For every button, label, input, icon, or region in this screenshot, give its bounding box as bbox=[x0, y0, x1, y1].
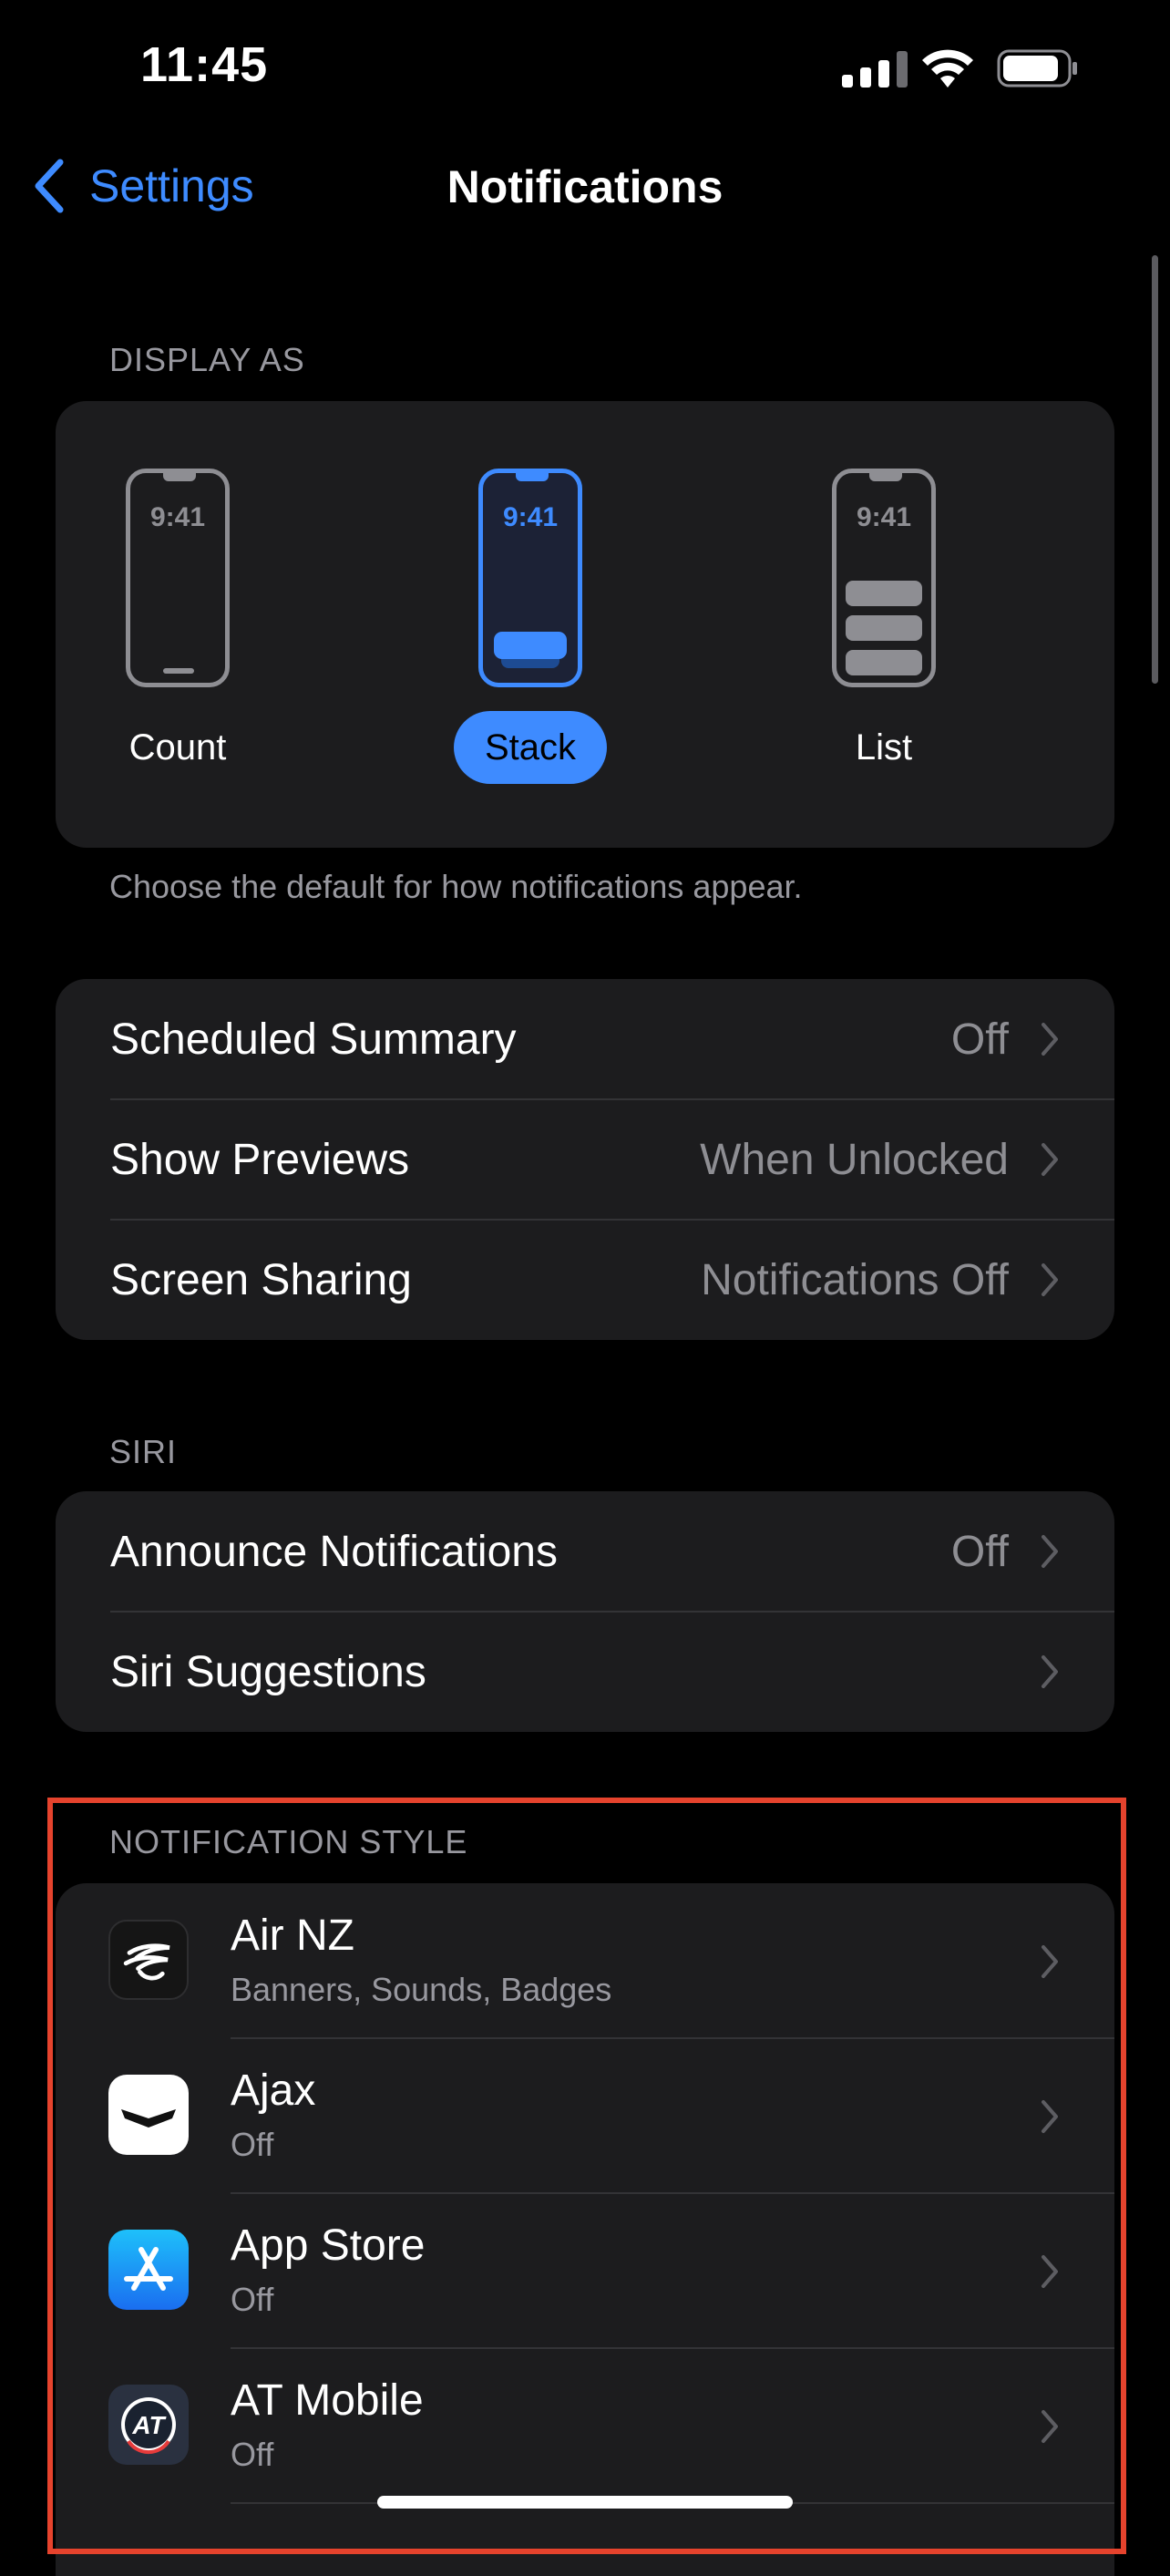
siri-suggestions-row[interactable]: Siri Suggestions bbox=[56, 1612, 1114, 1732]
chevron-right-icon bbox=[1042, 1263, 1058, 1296]
chevron-right-icon bbox=[1042, 1143, 1058, 1176]
row-label: Siri Suggestions bbox=[110, 1647, 426, 1696]
wifi-icon bbox=[922, 49, 973, 88]
cellular-signal-icon bbox=[842, 51, 908, 88]
row-label: Screen Sharing bbox=[110, 1255, 412, 1304]
siri-header: SIRI bbox=[109, 1433, 178, 1470]
option-label-list: List bbox=[855, 727, 913, 768]
page-title: Notifications bbox=[446, 161, 724, 212]
row-label: Show Previews bbox=[110, 1135, 410, 1184]
display-option-count[interactable]: 9:41 Count bbox=[68, 469, 287, 784]
chevron-right-icon bbox=[1042, 1535, 1058, 1568]
home-indicator[interactable] bbox=[377, 2496, 793, 2509]
list-preview: 9:41 bbox=[832, 469, 936, 687]
option-label-stack: Stack bbox=[453, 711, 608, 784]
display-as-card: 9:41 Count 9:41 Stack 9:41 List bbox=[56, 401, 1114, 848]
settings-group-card: Scheduled Summary Off Show Previews When… bbox=[56, 979, 1114, 1340]
display-as-header: DISPLAY AS bbox=[109, 341, 305, 378]
chevron-right-icon bbox=[1042, 1655, 1058, 1688]
row-label: Scheduled Summary bbox=[110, 1015, 517, 1064]
count-preview: 9:41 bbox=[126, 469, 230, 687]
row-value: Off bbox=[950, 1015, 1009, 1064]
row-value: When Unlocked bbox=[700, 1135, 1009, 1184]
preview-time: 9:41 bbox=[149, 502, 206, 532]
scheduled-summary-row[interactable]: Scheduled Summary Off bbox=[56, 979, 1114, 1099]
scrollbar[interactable] bbox=[1152, 255, 1158, 684]
preview-time: 9:41 bbox=[856, 502, 912, 532]
battery-icon bbox=[997, 49, 1077, 88]
option-label-count: Count bbox=[128, 727, 227, 768]
highlight-box bbox=[47, 1798, 1126, 2554]
display-option-list[interactable]: 9:41 List bbox=[775, 469, 993, 784]
chevron-right-icon bbox=[1042, 1023, 1058, 1056]
announce-notifications-row[interactable]: Announce Notifications Off bbox=[56, 1491, 1114, 1612]
display-option-stack[interactable]: 9:41 Stack bbox=[421, 469, 640, 784]
screen-sharing-row[interactable]: Screen Sharing Notifications Off bbox=[56, 1220, 1114, 1340]
siri-card: Announce Notifications Off Siri Suggesti… bbox=[56, 1491, 1114, 1732]
stack-preview: 9:41 bbox=[478, 469, 582, 687]
status-time: 11:45 bbox=[140, 37, 269, 92]
preview-time: 9:41 bbox=[502, 502, 559, 532]
display-as-footnote: Choose the default for how notifications… bbox=[109, 868, 803, 905]
row-label: Announce Notifications bbox=[110, 1527, 558, 1576]
row-value: Off bbox=[950, 1527, 1009, 1576]
row-value: Notifications Off bbox=[701, 1255, 1009, 1304]
show-previews-row[interactable]: Show Previews When Unlocked bbox=[56, 1099, 1114, 1220]
